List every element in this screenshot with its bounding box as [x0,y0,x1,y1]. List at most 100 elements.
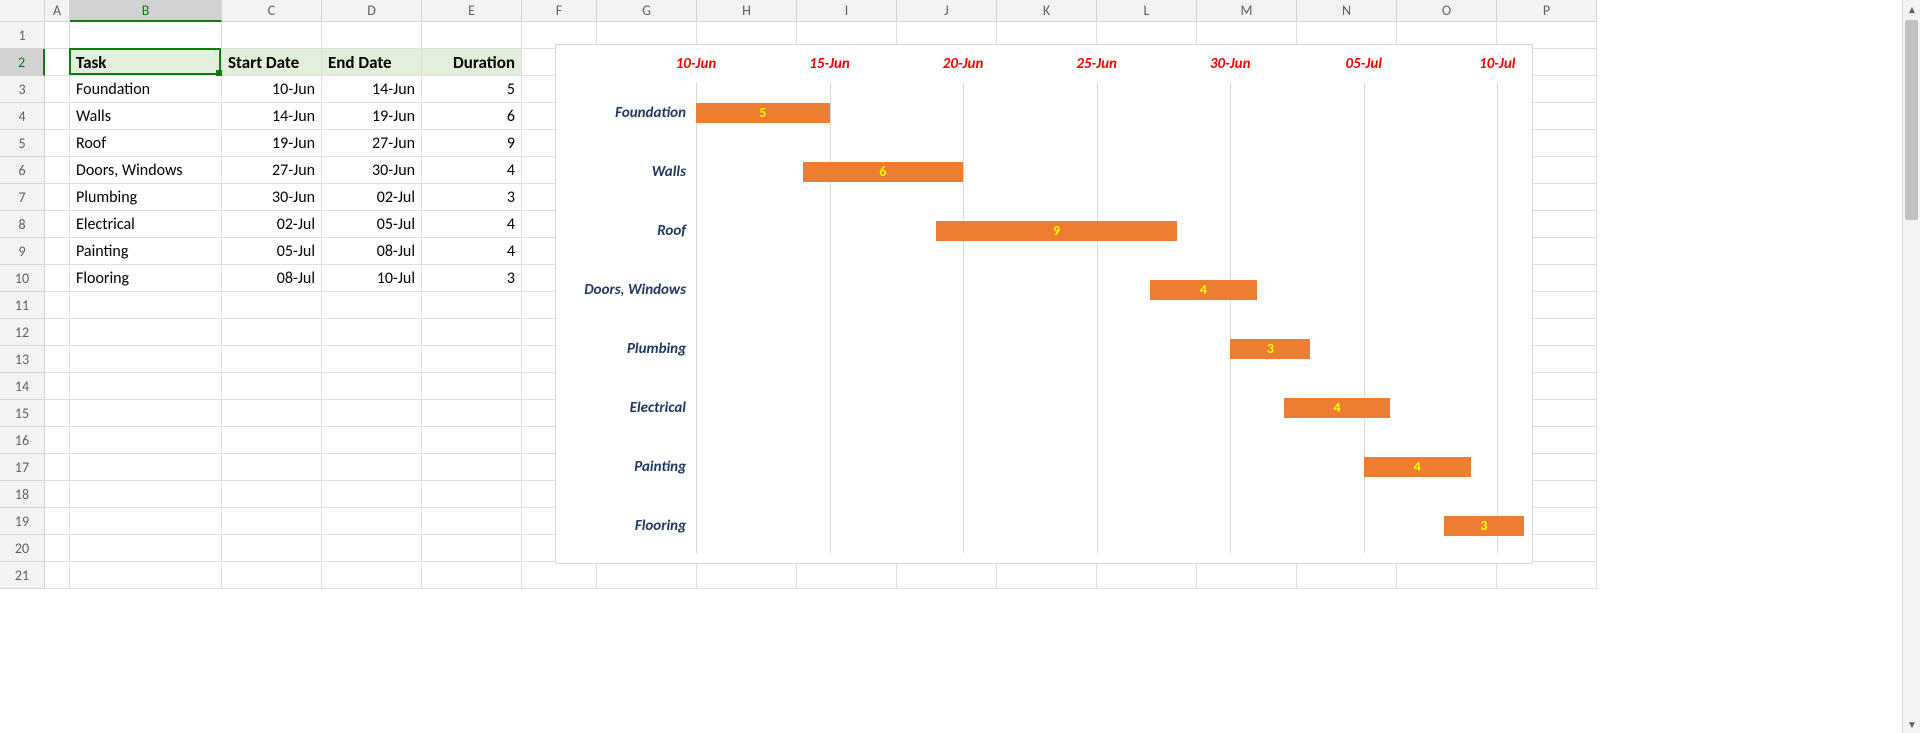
cell-D21[interactable] [322,562,422,589]
cell-C16[interactable] [222,427,322,454]
cell-E12[interactable] [422,319,522,346]
col-header-H[interactable]: H [697,0,797,22]
cell-A9[interactable] [45,238,70,265]
cell-C2[interactable]: Start Date [222,49,322,76]
cell-J21[interactable] [897,562,997,589]
cell-D1[interactable] [322,22,422,49]
cell-C15[interactable] [222,400,322,427]
cell-A6[interactable] [45,157,70,184]
cell-A8[interactable] [45,211,70,238]
cell-C5[interactable]: 19-Jun [222,130,322,157]
cell-B16[interactable] [70,427,222,454]
gantt-bar[interactable]: 6 [803,162,963,182]
col-header-P[interactable]: P [1497,0,1597,22]
cell-B7[interactable]: Plumbing [70,184,222,211]
cell-A13[interactable] [45,346,70,373]
cell-M21[interactable] [1197,562,1297,589]
cell-D10[interactable]: 10-Jul [322,265,422,292]
cell-A15[interactable] [45,400,70,427]
cell-D12[interactable] [322,319,422,346]
gantt-bar[interactable]: 4 [1284,398,1391,418]
cell-L21[interactable] [1097,562,1197,589]
cell-A4[interactable] [45,103,70,130]
col-header-A[interactable]: A [45,0,70,22]
scroll-down-arrow-icon[interactable]: ▼ [1903,715,1920,733]
col-header-C[interactable]: C [222,0,322,22]
cell-H21[interactable] [697,562,797,589]
row-header-5[interactable]: 5 [0,130,45,157]
scroll-thumb[interactable] [1905,20,1918,220]
cell-D4[interactable]: 19-Jun [322,103,422,130]
cell-E6[interactable]: 4 [422,157,522,184]
cell-D11[interactable] [322,292,422,319]
cell-D14[interactable] [322,373,422,400]
row-header-10[interactable]: 10 [0,265,45,292]
cell-D18[interactable] [322,481,422,508]
row-header-16[interactable]: 16 [0,427,45,454]
row-header-9[interactable]: 9 [0,238,45,265]
col-header-F[interactable]: F [522,0,597,22]
row-header-12[interactable]: 12 [0,319,45,346]
cell-E9[interactable]: 4 [422,238,522,265]
cell-C1[interactable] [222,22,322,49]
gantt-bar[interactable]: 4 [1364,457,1471,477]
col-header-J[interactable]: J [897,0,997,22]
cell-E14[interactable] [422,373,522,400]
cell-C17[interactable] [222,454,322,481]
cell-E10[interactable]: 3 [422,265,522,292]
cell-D6[interactable]: 30-Jun [322,157,422,184]
row-header-8[interactable]: 8 [0,211,45,238]
cell-C21[interactable] [222,562,322,589]
cell-E18[interactable] [422,481,522,508]
row-header-18[interactable]: 18 [0,481,45,508]
row-header-15[interactable]: 15 [0,400,45,427]
cell-B6[interactable]: Doors, Windows [70,157,222,184]
cell-A11[interactable] [45,292,70,319]
cell-C4[interactable]: 14-Jun [222,103,322,130]
cell-A12[interactable] [45,319,70,346]
cell-E1[interactable] [422,22,522,49]
cell-B18[interactable] [70,481,222,508]
cell-E16[interactable] [422,427,522,454]
gantt-bar[interactable]: 5 [696,103,830,123]
gantt-bar[interactable]: 3 [1444,516,1524,536]
col-header-K[interactable]: K [997,0,1097,22]
cell-B1[interactable] [70,22,222,49]
cell-B8[interactable]: Electrical [70,211,222,238]
cell-A7[interactable] [45,184,70,211]
cell-B11[interactable] [70,292,222,319]
col-header-O[interactable]: O [1397,0,1497,22]
row-header-1[interactable]: 1 [0,22,45,49]
cell-A1[interactable] [45,22,70,49]
cell-E21[interactable] [422,562,522,589]
cell-I21[interactable] [797,562,897,589]
cell-E20[interactable] [422,535,522,562]
cell-B2[interactable]: Task [70,49,222,76]
col-header-E[interactable]: E [422,0,522,22]
gantt-bar[interactable]: 9 [936,221,1176,241]
scroll-up-arrow-icon[interactable]: ▲ [1903,0,1920,18]
cell-C14[interactable] [222,373,322,400]
select-all-corner[interactable] [0,0,45,22]
cell-E15[interactable] [422,400,522,427]
cell-A21[interactable] [45,562,70,589]
cell-C18[interactable] [222,481,322,508]
cell-B19[interactable] [70,508,222,535]
cell-C19[interactable] [222,508,322,535]
cell-E5[interactable]: 9 [422,130,522,157]
row-header-17[interactable]: 17 [0,454,45,481]
cell-E4[interactable]: 6 [422,103,522,130]
row-header-11[interactable]: 11 [0,292,45,319]
gantt-chart[interactable]: 10-Jun15-Jun20-Jun25-Jun30-Jun05-Jul10-J… [555,44,1533,564]
cell-N21[interactable] [1297,562,1397,589]
col-header-D[interactable]: D [322,0,422,22]
cell-F21[interactable] [522,562,597,589]
cell-D16[interactable] [322,427,422,454]
cell-B15[interactable] [70,400,222,427]
col-header-B[interactable]: B [70,0,222,22]
cell-C20[interactable] [222,535,322,562]
col-header-I[interactable]: I [797,0,897,22]
cell-E8[interactable]: 4 [422,211,522,238]
cell-C12[interactable] [222,319,322,346]
cell-C3[interactable]: 10-Jun [222,76,322,103]
